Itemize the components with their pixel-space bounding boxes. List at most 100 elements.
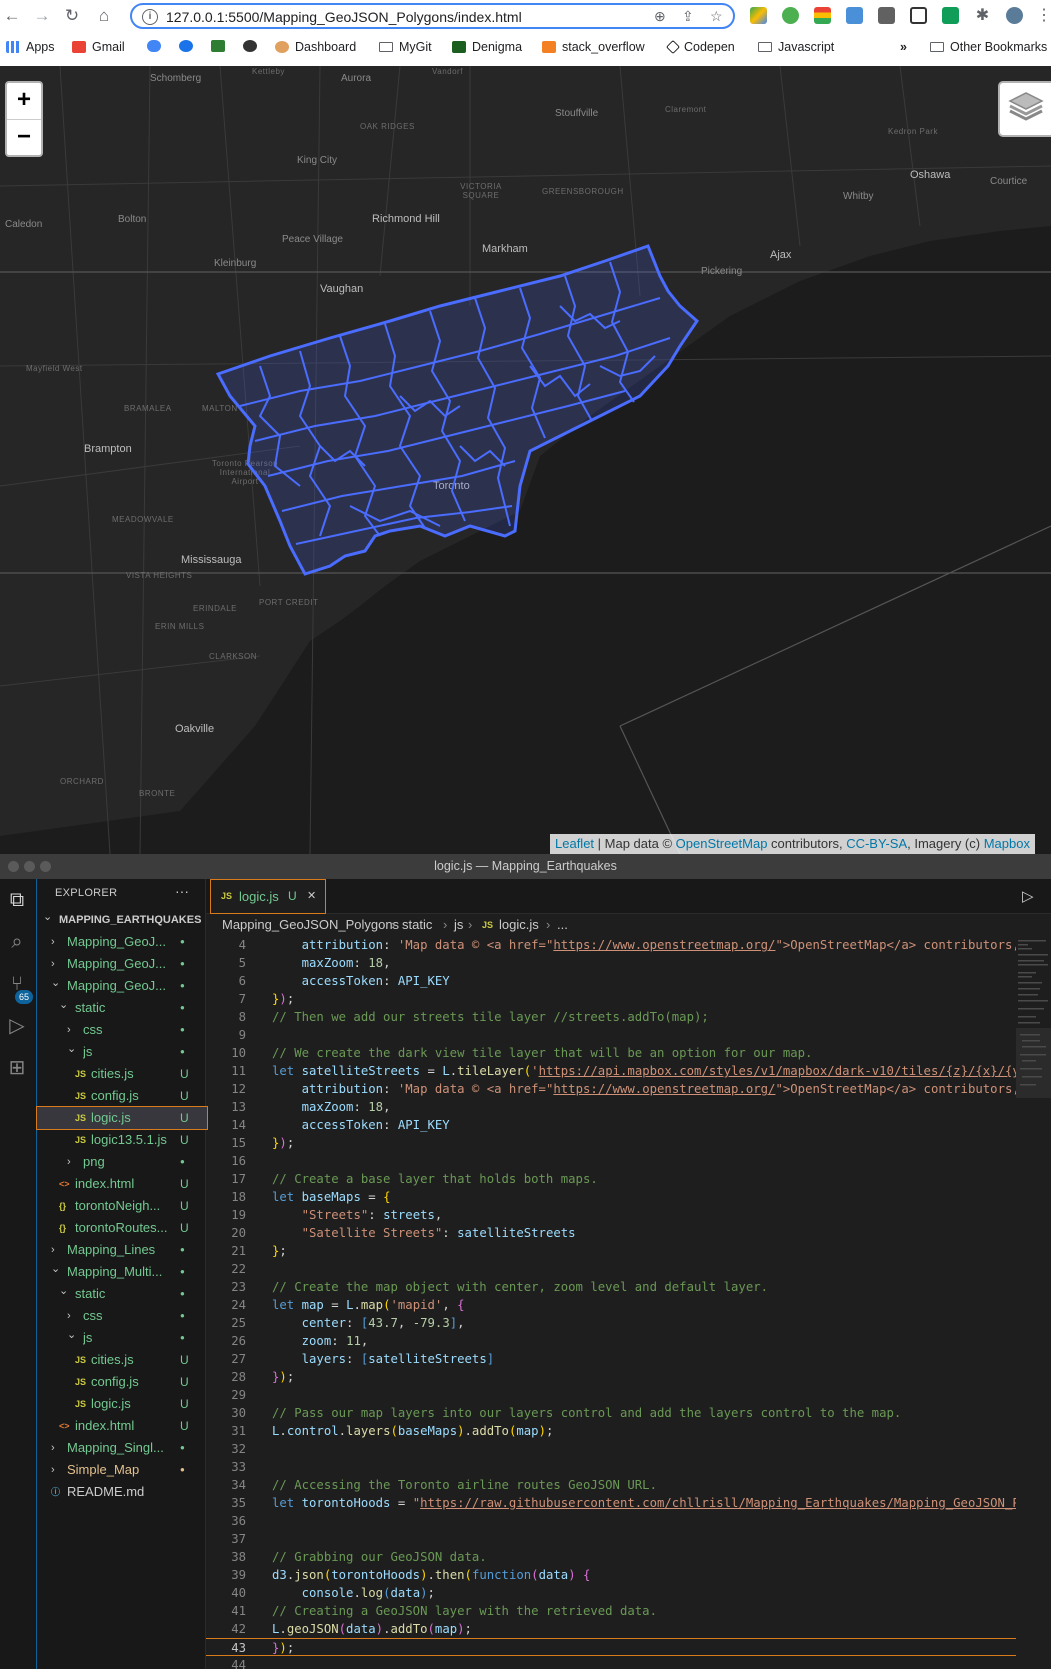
mapbox-link[interactable]: Mapbox [984,836,1030,851]
chevron-down-icon[interactable]: ⌄ [51,972,60,994]
code-line[interactable]: 4 attribution: 'Map data © <a href="http… [206,936,1016,954]
bookmark-denigma[interactable]: Denigma [452,40,522,54]
leaflet-map[interactable]: Schomberg Kettleby Aurora Vandorf Stouffvill… [0,66,1051,854]
code-line[interactable]: 42 L.geoJSON(data).addTo(map); [206,1620,1016,1638]
minimize-window-icon[interactable] [24,861,35,872]
code-line[interactable]: 14 accessToken: API_KEY [206,1116,1016,1134]
picture-in-picture-icon[interactable] [910,7,927,24]
bookmark-codepen[interactable]: Codepen [665,39,735,55]
breadcrumb-item[interactable]: ... [557,914,568,936]
breadcrumb-item[interactable]: static [402,914,432,936]
code-line[interactable]: 43}); [206,1638,1016,1656]
home-icon[interactable]: ⌂ [94,6,114,26]
code-line[interactable]: 6 accessToken: API_KEY [206,972,1016,990]
code-editor[interactable]: 4 attribution: 'Map data © <a href="http… [206,936,1016,1669]
share-icon[interactable]: ⇪ [682,8,694,25]
code-line[interactable]: 35 let torontoHoods = "https://raw.github… [206,1494,1016,1512]
openstreetmap-link[interactable]: OpenStreetMap [676,836,768,851]
code-line[interactable]: 30 // Pass our map layers into our layers… [206,1404,1016,1422]
breadcrumb-item[interactable]: Mapping_GeoJSON_Polygons [222,914,399,936]
bookmark-c[interactable] [179,40,193,52]
code-line[interactable]: 33 [206,1458,1016,1476]
code-line[interactable]: 39 d3.json(torontoHoods).then(function(da… [206,1566,1016,1584]
cc-by-sa-link[interactable]: CC-BY-SA [846,836,907,851]
code-line[interactable]: 19 "Streets": streets, [206,1206,1016,1224]
code-line[interactable]: 38 // Grabbing our GeoJSON data. [206,1548,1016,1566]
toronto-neighbourhoods-layer[interactable] [0,66,1051,854]
chevron-right-icon[interactable]: › [51,1459,55,1481]
code-line[interactable]: 7}); [206,990,1016,1008]
tree-file[interactable]: JS cities.js U [37,1349,207,1371]
reload-icon[interactable]: ↻ [62,6,82,26]
toronto-boundary-polygon[interactable] [215,244,699,576]
code-line[interactable]: 34 // Accessing the Toronto airline route… [206,1476,1016,1494]
tab-logic-js[interactable]: JS logic.js U ✕ [210,879,326,914]
bookmark-star-icon[interactable]: ☆ [710,8,723,25]
tree-folder[interactable]: ⌄ static ● [37,1283,207,1305]
code-line[interactable]: 20 "Satellite Streets": satelliteStreets [206,1224,1016,1242]
code-line[interactable]: 15}); [206,1134,1016,1152]
zoom-lens-icon[interactable]: ⊕ [654,8,666,25]
code-line[interactable]: 37 [206,1530,1016,1548]
tree-folder[interactable]: › Mapping_Lines ● [37,1239,207,1261]
tree-file[interactable]: {} torontoRoutes... U [37,1217,207,1239]
code-line[interactable]: 25 center: [43.7, -79.3], [206,1314,1016,1332]
code-line[interactable]: 24 let map = L.map('mapid', { [206,1296,1016,1314]
layers-control-button[interactable] [998,81,1051,137]
extensions-icon[interactable]: ⊞ [4,1055,30,1081]
breadcrumb-item[interactable]: logic.js [499,914,539,936]
run-debug-icon[interactable]: ▷ [4,1013,30,1039]
leaflet-link[interactable]: Leaflet [555,836,594,851]
chevron-down-icon[interactable]: ⌄ [51,1258,60,1280]
bookmark-cloud[interactable] [147,40,161,52]
back-arrow-icon[interactable]: ← [2,6,22,26]
tree-folder[interactable]: › Mapping_GeoJ... ● [37,953,207,975]
address-bar[interactable]: i 127.0.0.1:5500/Mapping_GeoJSON_Polygon… [130,3,735,29]
code-line[interactable]: 23 // Create the map object with center, … [206,1278,1016,1296]
search-icon[interactable]: ⌕ [4,929,30,955]
bookmark-javascript[interactable]: Javascript [758,40,834,54]
tree-folder[interactable]: › css ● [37,1305,207,1327]
tree-file[interactable]: JS logic.js U [37,1393,207,1415]
tree-folder[interactable]: › png ● [37,1151,207,1173]
code-line[interactable]: 5 maxZoom: 18, [206,954,1016,972]
chevron-down-icon[interactable]: ⌄ [43,906,52,928]
tree-file[interactable]: JS logic13.5.1.js U [37,1129,207,1151]
more-bookmarks-chevron[interactable]: » [900,40,907,54]
close-tab-icon[interactable]: ✕ [307,880,316,913]
puzzle-extensions-icon[interactable]: ✱ [974,7,991,24]
tree-file[interactable]: JS logic.js U [36,1106,208,1130]
tree-folder[interactable]: › Mapping_Singl... ● [37,1437,207,1459]
bookmark-gmail[interactable]: Gmail [72,40,125,54]
tree-folder[interactable]: › Mapping_GeoJ... ● [37,931,207,953]
extension-blue-icon[interactable] [846,7,863,24]
tree-folder[interactable]: ⌄ static ● [37,997,207,1019]
tree-file[interactable]: ⓘ README.md [37,1481,207,1503]
code-line[interactable]: 41 // Creating a GeoJSON layer with the r… [206,1602,1016,1620]
code-line[interactable]: 18 let baseMaps = { [206,1188,1016,1206]
code-line[interactable]: 8 // Then we add our streets tile layer /… [206,1008,1016,1026]
code-line[interactable]: 32 [206,1440,1016,1458]
menu-dots-icon[interactable]: ⋮ [1036,7,1051,24]
code-line[interactable]: 16 [206,1152,1016,1170]
tree-file[interactable]: <> index.html U [37,1173,207,1195]
chevron-down-icon[interactable]: ⌄ [67,1324,76,1346]
chevron-right-icon[interactable]: › [51,931,55,953]
chevron-down-icon[interactable]: ⌄ [67,1038,76,1060]
close-window-icon[interactable] [8,861,19,872]
tree-file[interactable]: JS cities.js U [37,1063,207,1085]
minimap[interactable] [1016,936,1051,1669]
chevron-down-icon[interactable]: ⌄ [59,1280,68,1302]
extension-chat-icon[interactable] [942,7,959,24]
code-line[interactable]: 29 [206,1386,1016,1404]
code-line[interactable]: 36 [206,1512,1016,1530]
extension-color-icon[interactable] [814,7,831,24]
code-line[interactable]: 22 [206,1260,1016,1278]
code-line[interactable]: 26 zoom: 11, [206,1332,1016,1350]
tree-folder[interactable]: › Simple_Map ● [37,1459,207,1481]
drive-extension-icon[interactable] [750,7,767,24]
code-line[interactable]: 40 console.log(data); [206,1584,1016,1602]
tree-file[interactable]: {} torontoNeigh... U [37,1195,207,1217]
code-line[interactable]: 10 // We create the dark view tile layer … [206,1044,1016,1062]
extension-gray-icon[interactable] [878,7,895,24]
